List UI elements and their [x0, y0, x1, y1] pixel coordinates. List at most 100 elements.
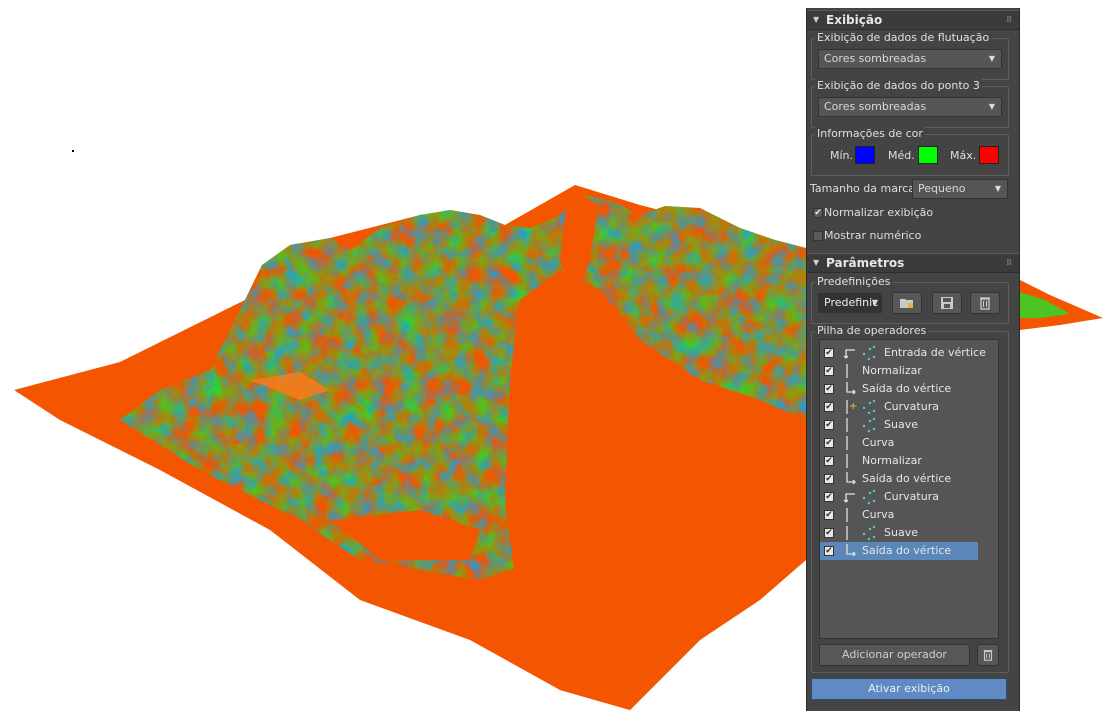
operator-name: Normalizar: [862, 454, 922, 467]
operator-enabled-checkbox[interactable]: ✔: [824, 456, 834, 466]
rollout-header-parameters[interactable]: ▼ Parâmetros ⁞⁞: [807, 253, 1019, 273]
mid-label: Méd.: [888, 149, 915, 162]
operator-row[interactable]: ✔ Curva: [820, 506, 978, 524]
operator-name: Curva: [862, 508, 895, 521]
operator-enabled-checkbox[interactable]: ✔: [824, 402, 834, 412]
operator-row[interactable]: ✔ Normalizar: [820, 452, 978, 470]
operator-name: Saída do vértice: [862, 382, 952, 395]
marker-size-dropdown[interactable]: Pequeno ▼: [912, 179, 1008, 199]
activate-display-button[interactable]: Ativar exibição: [811, 678, 1007, 700]
dropdown-value: Cores sombreadas: [824, 100, 927, 113]
operator-enabled-checkbox[interactable]: ✔: [824, 384, 834, 394]
point3-display-dropdown[interactable]: Cores sombreadas ▼: [818, 97, 1002, 117]
stack-tree-icon: [846, 508, 848, 522]
max-color-swatch[interactable]: [979, 146, 999, 164]
dropdown-value: Cores sombreadas: [824, 52, 927, 65]
operator-name: Suave: [884, 418, 918, 431]
group-label: Informações de cor: [815, 127, 925, 140]
presets-dropdown[interactable]: Predefinic ▼: [818, 293, 882, 313]
show-numeric-label: Mostrar numérico: [824, 229, 922, 242]
operator-name: Saída do vértice: [862, 472, 952, 485]
save-icon: [941, 297, 953, 309]
operator-name: Normalizar: [862, 364, 922, 377]
operator-enabled-checkbox[interactable]: ✔: [824, 528, 834, 538]
group-float-display: Exibição de dados de flutuação Cores som…: [811, 31, 1009, 80]
folder-icon: [900, 299, 913, 308]
dropdown-caret-icon: ▼: [988, 54, 995, 63]
float-display-dropdown[interactable]: Cores sombreadas ▼: [818, 49, 1002, 69]
show-numeric-checkbox[interactable]: [813, 231, 823, 241]
rollout-title: Exibição: [826, 13, 883, 27]
operator-row[interactable]: ✔ Suave: [820, 416, 978, 434]
stack-tree-icon: [843, 349, 855, 359]
operator-enabled-checkbox[interactable]: ✔: [824, 474, 834, 484]
operator-name: Curva: [862, 436, 895, 449]
operator-stack-list[interactable]: ✔ Entrada de vértice ✔ Normalizar ✔ Saída do …: [819, 339, 999, 639]
stack-tree-icon: [846, 472, 856, 485]
stack-tree-icon: [846, 544, 856, 557]
vertex-icon: [862, 525, 876, 541]
operator-row[interactable]: ✔ Curva: [820, 434, 978, 452]
vertex-icon: [862, 345, 876, 361]
operator-name: Curvatura: [884, 490, 939, 503]
operator-enabled-checkbox[interactable]: ✔: [824, 492, 834, 502]
stack-tree-icon: [846, 454, 848, 468]
operator-enabled-checkbox[interactable]: ✔: [824, 420, 834, 430]
stack-tree-icon: [846, 418, 848, 432]
stack-tree-icon: [843, 493, 855, 503]
delete-preset-button[interactable]: [970, 292, 1000, 314]
stack-tree-icon: +: [846, 400, 857, 414]
group-label: Predefinições: [815, 275, 893, 288]
vertex-icon: [862, 417, 876, 433]
min-color-swatch[interactable]: [855, 146, 875, 164]
operator-row[interactable]: ✔ Entrada de vértice: [820, 344, 986, 362]
operator-row[interactable]: ✔ Normalizar: [820, 362, 978, 380]
max-label: Máx.: [950, 149, 977, 162]
modifier-panel: ▼ Exibição ⁞⁞ Exibição de dados de flutu…: [806, 8, 1020, 711]
stack-tree-icon: [846, 364, 848, 378]
stack-tree-icon: [846, 526, 848, 540]
activate-display-label: Ativar exibição: [868, 682, 950, 695]
group-presets: Predefinições Predefinic ▼: [811, 275, 1009, 324]
group-color-info: Informações de cor Mín. Méd. Máx.: [811, 127, 1009, 176]
operator-row[interactable]: ✔ + Curvatura: [820, 398, 978, 416]
operator-enabled-checkbox[interactable]: ✔: [824, 348, 834, 358]
trash-icon: [980, 297, 990, 310]
operator-row[interactable]: ✔ Suave: [820, 524, 978, 542]
collapse-arrow-icon: ▼: [813, 15, 820, 24]
operator-enabled-checkbox[interactable]: ✔: [824, 510, 834, 520]
vertex-icon: [862, 399, 876, 415]
operator-row[interactable]: ✔ Saída do vértice: [820, 470, 978, 488]
operator-row[interactable]: ✔ Saída do vértice: [820, 380, 978, 398]
operator-name: Curvatura: [884, 400, 939, 413]
group-label: Exibição de dados do ponto 3: [815, 79, 982, 92]
operator-row[interactable]: ✔ Curvatura: [820, 488, 978, 506]
dropdown-caret-icon: ▼: [994, 184, 1001, 193]
save-preset-button[interactable]: [932, 292, 962, 314]
operator-row[interactable]: ✔ Saída do vértice: [820, 542, 978, 560]
grip-icon: ⁞⁞: [1006, 15, 1012, 25]
svg-text:+: +: [849, 401, 857, 412]
operator-enabled-checkbox[interactable]: ✔: [824, 438, 834, 448]
delete-operator-button[interactable]: [977, 644, 999, 666]
operator-enabled-checkbox[interactable]: ✔: [824, 366, 834, 376]
group-label: Exibição de dados de flutuação: [815, 31, 992, 44]
rollout-header-display[interactable]: ▼ Exibição ⁞⁞: [807, 10, 1019, 30]
operator-name: Suave: [884, 526, 918, 539]
normalize-display-checkbox[interactable]: ✔: [813, 208, 823, 218]
stack-tree-icon: [846, 382, 856, 395]
normalize-display-label: Normalizar exibição: [824, 206, 934, 219]
group-point3-display: Exibição de dados do ponto 3 Cores sombr…: [811, 79, 1009, 128]
grip-icon: ⁞⁞: [1006, 258, 1012, 268]
mid-color-swatch[interactable]: [918, 146, 938, 164]
collapse-arrow-icon: ▼: [813, 258, 820, 267]
add-operator-label: Adicionar operador: [842, 648, 947, 661]
operator-enabled-checkbox[interactable]: ✔: [824, 546, 834, 556]
operator-name: Entrada de vértice: [884, 346, 986, 359]
trash-icon: [983, 650, 993, 661]
add-operator-button[interactable]: Adicionar operador: [819, 644, 970, 666]
dropdown-caret-icon: ▼: [988, 102, 995, 111]
marker-size-label: Tamanho da marca: [810, 182, 916, 195]
vertex-icon: [862, 489, 876, 505]
load-preset-button[interactable]: [892, 292, 922, 314]
